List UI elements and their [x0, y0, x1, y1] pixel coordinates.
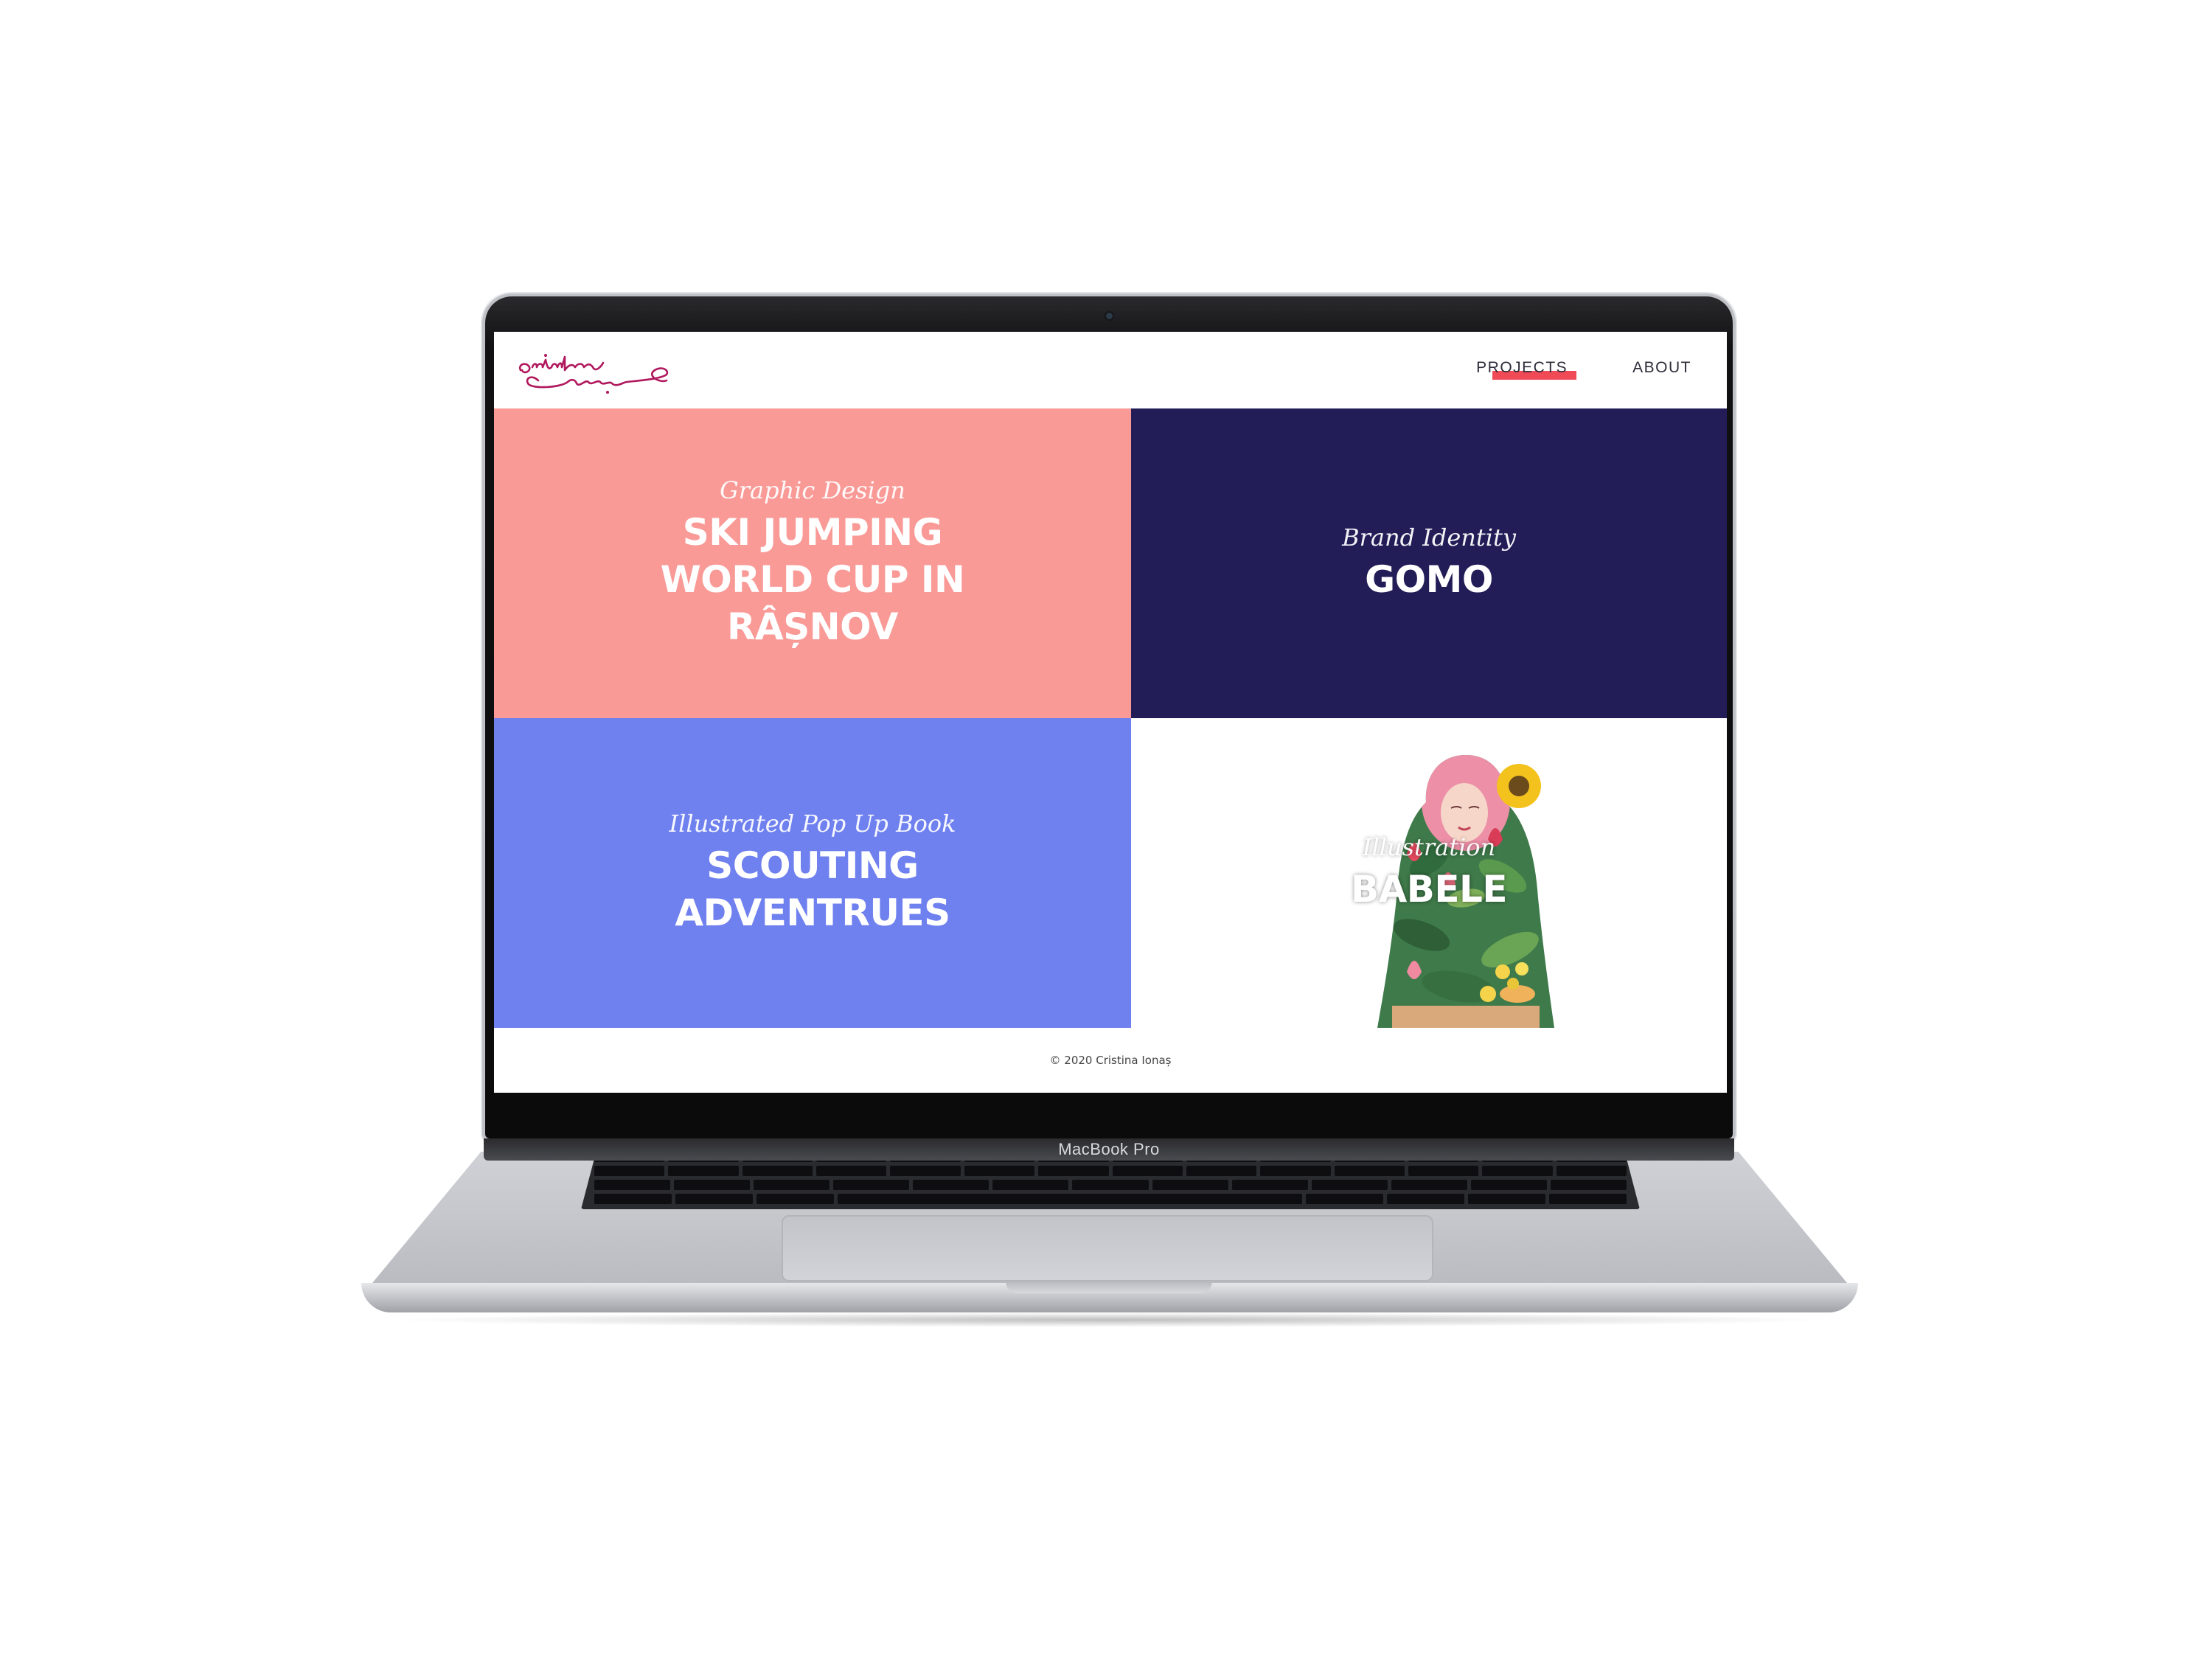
model-label: MacBook Pro — [1058, 1140, 1160, 1158]
main-nav: PROJECTS ABOUT — [1476, 332, 1691, 408]
project-overlay: Illustration BABELE — [1131, 718, 1727, 1028]
copyright-text: © 2020 Cristina Ionaș — [1049, 1054, 1172, 1067]
project-title: SCOUTING ADVENTRUES — [675, 844, 950, 934]
project-title: GOMO — [1365, 558, 1493, 601]
project-tile-ski-jumping[interactable]: Graphic Design SKI JUMPING WORLD CUP IN … — [494, 408, 1131, 718]
project-tile-scouting-adventrues[interactable]: Illustrated Pop Up Book SCOUTING ADVENTR… — [494, 718, 1131, 1028]
site-footer: © 2020 Cristina Ionaș — [494, 1028, 1727, 1093]
logo-signature[interactable] — [516, 345, 671, 398]
lid-notch — [1006, 1281, 1212, 1293]
laptop-hinge: MacBook Pro — [484, 1138, 1734, 1161]
project-tile-gomo[interactable]: Brand Identity GOMO — [1131, 408, 1727, 718]
project-title: SKI JUMPING WORLD CUP IN RÂȘNOV — [660, 511, 965, 648]
nav-projects-label: PROJECTS — [1476, 359, 1568, 376]
product-mockup: PROJECTS ABOUT Graphic Design SKI JUMPIN… — [0, 0, 2212, 1659]
project-category: Graphic Design — [720, 476, 905, 504]
trackpad — [782, 1215, 1433, 1281]
project-category: Illustration — [1362, 833, 1496, 861]
site-header: PROJECTS ABOUT — [494, 332, 1727, 408]
project-category: Illustrated Pop Up Book — [669, 810, 956, 838]
nav-about-link[interactable]: ABOUT — [1632, 359, 1691, 381]
project-title: BABELE — [1350, 868, 1508, 911]
laptop-screen: PROJECTS ABOUT Graphic Design SKI JUMPIN… — [494, 332, 1727, 1093]
project-category: Brand Identity — [1342, 524, 1516, 552]
webcam-icon — [1106, 313, 1113, 319]
project-tile-babele[interactable]: Illustration BABELE — [1131, 718, 1727, 1028]
nav-about-label: ABOUT — [1632, 359, 1691, 376]
nav-projects-link[interactable]: PROJECTS — [1476, 359, 1577, 381]
laptop-shadow — [383, 1312, 1836, 1327]
